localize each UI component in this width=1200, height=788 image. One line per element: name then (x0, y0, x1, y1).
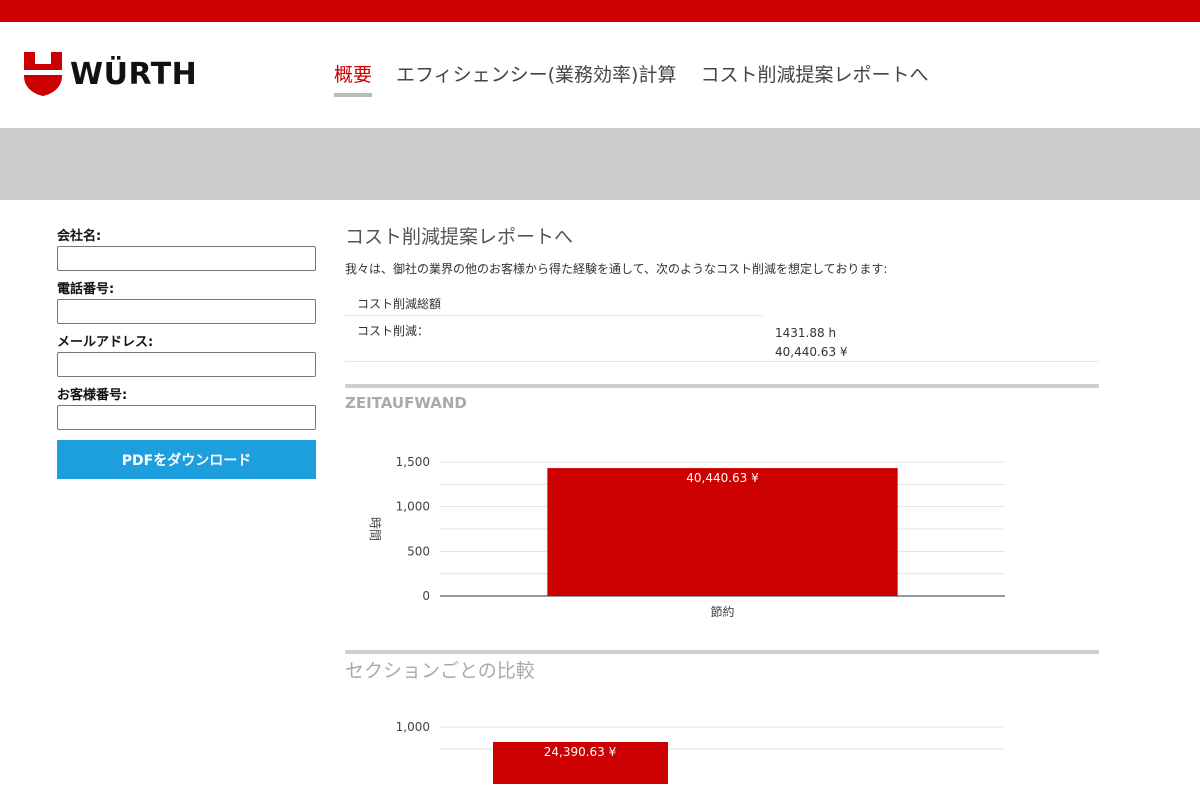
nav-efficiency[interactable]: エフィシェンシー(業務効率)計算 (396, 60, 676, 97)
wurth-logo[interactable]: WÜRTH (24, 52, 197, 96)
y-axis-label: 時間 (368, 517, 382, 541)
bar-data-label: 24,390.63 ¥ (544, 745, 617, 759)
report-intro: 我々は、御社の業界の他のお客様から得た経験を通して、次のようなコスト削減を想定し… (345, 262, 888, 276)
bar-savings (547, 468, 898, 596)
savings-hours: 1431.88 h (775, 326, 837, 340)
y-tick-label: 500 (407, 544, 430, 558)
pdf-download-button[interactable]: PDFをダウンロード (57, 440, 316, 479)
y-tick-label: 1,500 (396, 455, 430, 469)
section-divider-2 (345, 650, 1099, 654)
brand-name: WÜRTH (70, 56, 198, 92)
section-comparison-title: セクションごとの比較 (345, 660, 535, 682)
y-tick-label: 1,000 (396, 500, 430, 514)
main-nav: 概要 エフィシェンシー(業務効率)計算 コスト削減提案レポートへ (334, 60, 928, 97)
y-tick-label: 1,000 (396, 720, 430, 734)
section-divider (345, 384, 1099, 388)
x-tick-label: 節約 (710, 604, 734, 619)
savings-values: 1431.88 h 40,440.63 ¥ (775, 316, 848, 361)
savings-row: コスト削減： 1431.88 h 40,440.63 ¥ (345, 316, 1099, 362)
phone-label: 電話番号: (57, 282, 115, 297)
y-tick-label: 0 (422, 589, 430, 603)
site-header: WÜRTH 概要 エフィシェンシー(業務効率)計算 コスト削減提案レポートへ (0, 22, 1200, 128)
company-input[interactable] (57, 246, 316, 271)
total-savings-header: コスト削減総額 (345, 292, 763, 316)
savings-yen: 40,440.63 ¥ (775, 345, 848, 359)
contact-form: 会社名: 電話番号: メールアドレス: お客様番号: PDFをダウンロード (57, 228, 316, 479)
nav-overview[interactable]: 概要 (334, 60, 373, 97)
email-input[interactable] (57, 352, 316, 377)
savings-summary-table: コスト削減総額 コスト削減： 1431.88 h 40,440.63 ¥ (345, 292, 1099, 362)
bar-data-label: 40,440.63 ¥ (686, 471, 759, 485)
top-accent-bar (0, 0, 1200, 22)
report-title: コスト削減提案レポートへ (345, 226, 574, 248)
hero-band (0, 128, 1200, 200)
section-comparison-chart: 1,000 24,390.63 ¥ (396, 720, 1005, 788)
time-section-title: ZEITAUFWAND (345, 394, 467, 412)
report-content: コスト削減提案レポートへ 我々は、御社の業界の他のお客様から得た経験を通して、次… (345, 222, 1099, 788)
customer-number-input[interactable] (57, 405, 316, 430)
savings-label: コスト削減： (357, 324, 430, 338)
phone-input[interactable] (57, 299, 316, 324)
company-label: 会社名: (57, 229, 102, 244)
wurth-shield-icon (24, 52, 62, 96)
email-label: メールアドレス: (57, 335, 154, 350)
nav-report[interactable]: コスト削減提案レポートへ (700, 60, 928, 97)
customer-number-label: お客様番号: (57, 388, 128, 403)
time-savings-chart: 0 500 1,000 1,500 40,440.63 ¥ 節約 時間 (368, 455, 1005, 619)
